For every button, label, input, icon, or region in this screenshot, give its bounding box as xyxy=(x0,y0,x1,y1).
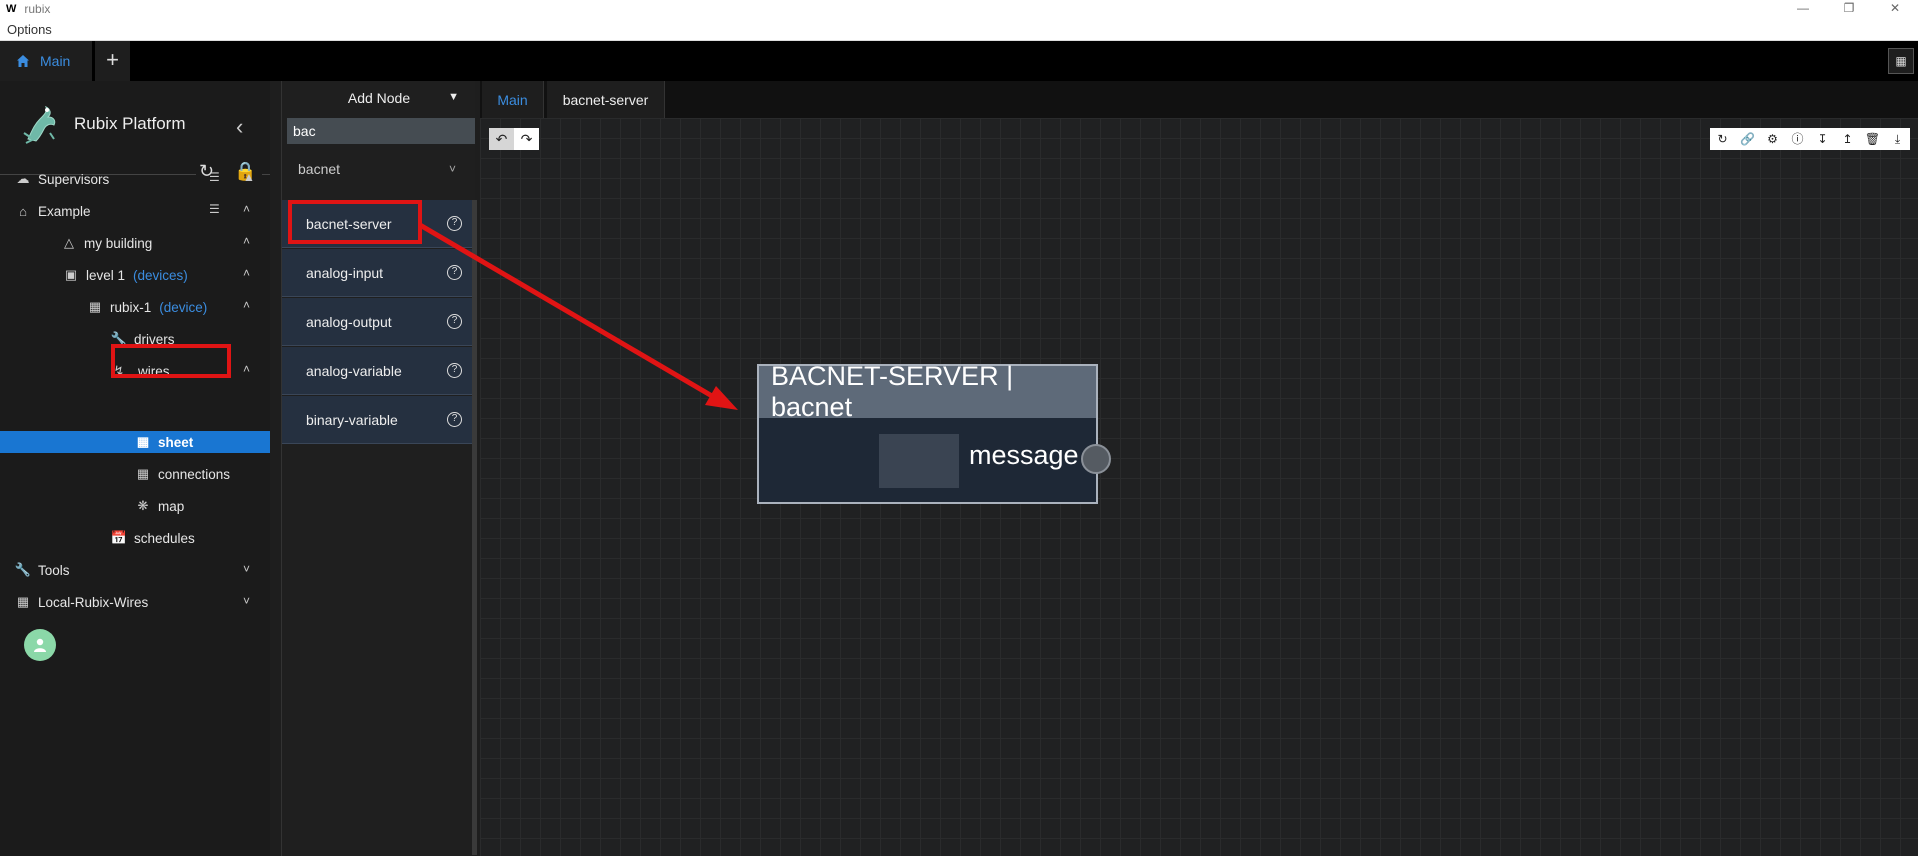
node-title[interactable]: BACNET-SERVER | bacnet xyxy=(759,361,1096,422)
node-output-label: message xyxy=(969,440,1079,470)
bacnet-server-node[interactable]: BACNET-SERVER | bacnet message xyxy=(757,361,1098,504)
output-port[interactable] xyxy=(1081,444,1111,474)
node-input-field[interactable] xyxy=(879,434,959,488)
